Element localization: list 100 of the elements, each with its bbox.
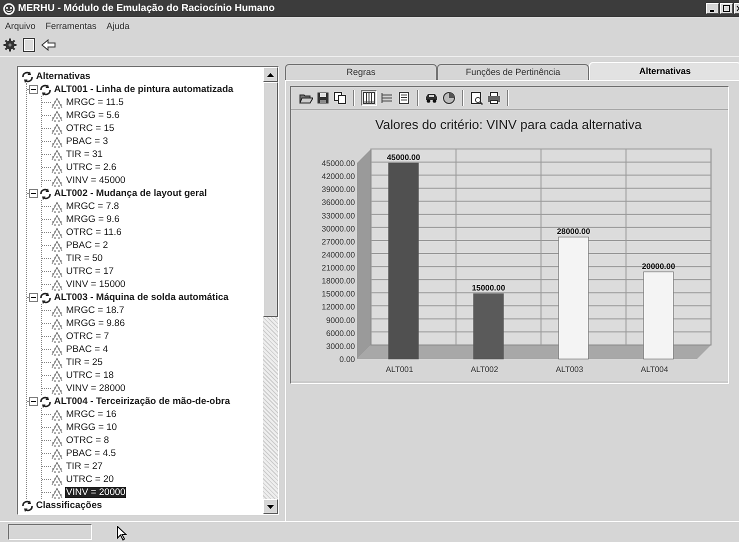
cycle-arrows-icon	[39, 292, 51, 304]
value-label: 45000.00	[386, 153, 420, 162]
maximize-button[interactable]	[720, 3, 733, 14]
y-axis-label: 36000.00	[322, 198, 355, 208]
value-label: 20000.00	[642, 262, 676, 271]
tree-leaf[interactable]: VINV = 28000	[65, 383, 126, 394]
cycle-arrows-icon	[21, 70, 33, 82]
cycle-arrows-icon	[39, 84, 51, 96]
y-axis-label: 45000.00	[322, 159, 355, 168]
print-preview-icon[interactable]	[470, 91, 484, 105]
tree-leaf[interactable]: MRGG = 9.86	[65, 318, 126, 329]
bar	[473, 293, 504, 360]
table-icon[interactable]	[397, 91, 411, 105]
tree-leaf[interactable]: PBAC = 3	[65, 136, 109, 147]
menu-item[interactable]: Arquivo	[5, 20, 36, 30]
collapse-toggle[interactable]	[29, 85, 38, 94]
tree-leaf[interactable]: MRGG = 9.6	[65, 214, 121, 225]
dots-icon	[51, 408, 63, 420]
printer-icon[interactable]	[487, 91, 501, 105]
tree-leaf[interactable]: MRGC = 16	[65, 409, 118, 420]
x-axis-label: ALT001	[386, 365, 414, 374]
down-arrow-icon[interactable]	[267, 504, 274, 508]
collapse-toggle[interactable]	[29, 397, 38, 406]
x-axis-label: ALT004	[640, 365, 668, 374]
window-title: MERHU - Módulo de Emulação do Raciocínio Humano	[18, 3, 276, 14]
dots-icon	[51, 460, 63, 472]
tree-leaf[interactable]: PBAC = 4	[65, 344, 109, 355]
dots-icon	[51, 214, 63, 226]
y-axis-label: 24000.00	[322, 250, 355, 260]
tree-leaf[interactable]: UTRC = 20	[65, 474, 115, 485]
columns-icon[interactable]	[361, 90, 377, 106]
tree-leaf[interactable]: MRGG = 5.6	[65, 110, 121, 121]
dots-icon	[51, 356, 63, 368]
tree-leaf[interactable]: TIR = 50	[65, 253, 104, 264]
copy-icon[interactable]	[333, 91, 347, 105]
dots-icon	[51, 122, 63, 134]
tree-leaf[interactable]: OTRC = 15	[65, 123, 116, 134]
tree-leaf[interactable]: TIR = 31	[65, 149, 104, 160]
up-arrow-icon[interactable]	[267, 72, 274, 76]
tree-leaf[interactable]: UTRC = 2.6	[65, 162, 118, 173]
dots-icon	[51, 252, 63, 264]
tree-leaf[interactable]: MRGC = 18.7	[65, 305, 126, 316]
list-icon[interactable]	[380, 91, 394, 105]
dots-icon	[51, 226, 63, 238]
document-icon[interactable]	[23, 38, 35, 52]
tree-leaf[interactable]: MRGC = 11.5	[65, 97, 125, 108]
tree-node[interactable]: ALT001 - Linha de pintura automatizada	[53, 84, 234, 95]
chart-title: Valores do critério: VINV para cada alternativa	[375, 117, 642, 132]
scrollbar[interactable]	[263, 67, 278, 514]
minimize-button[interactable]	[706, 3, 719, 14]
tree-leaf[interactable]: UTRC = 18	[65, 370, 115, 381]
tree-leaf[interactable]: OTRC = 11.6	[65, 227, 123, 238]
tree-leaf[interactable]: PBAC = 4.5	[65, 448, 117, 459]
save-icon[interactable]	[316, 91, 330, 105]
tab[interactable]: Funções de Pertinência	[437, 64, 589, 80]
gear-icon[interactable]	[3, 38, 17, 52]
y-axis-label: 0.00	[339, 355, 355, 364]
y-axis-label: 21000.00	[322, 264, 355, 273]
tab[interactable]: Alternativas	[589, 62, 739, 80]
car-icon[interactable]	[425, 91, 439, 105]
tree-leaf[interactable]: VINV = 20000	[65, 487, 126, 498]
y-axis-label: 42000.00	[322, 172, 355, 182]
dots-icon	[51, 162, 63, 174]
collapse-toggle[interactable]	[29, 293, 38, 302]
y-axis-label: 27000.00	[322, 237, 355, 246]
dots-icon	[51, 474, 63, 486]
y-axis-label: 15000.00	[322, 290, 355, 299]
dots-icon	[51, 200, 63, 212]
y-axis-label: 39000.00	[322, 185, 355, 194]
tree-node[interactable]: ALT004 - Terceirização de mão-de-obra	[53, 396, 231, 407]
tree-leaf[interactable]: MRGC = 7.8	[65, 201, 120, 212]
back-arrow-icon[interactable]	[41, 39, 56, 51]
y-axis-label: 9000.00	[326, 316, 355, 325]
collapse-toggle[interactable]	[29, 189, 38, 198]
dots-icon	[51, 174, 63, 186]
dots-icon	[51, 318, 63, 330]
tab[interactable]: Regras	[285, 64, 437, 80]
menu-item[interactable]: Ajuda	[106, 20, 130, 30]
tree-node[interactable]: ALT003 - Máquina de solda automática	[53, 292, 230, 303]
y-axis-label: 12000.00	[322, 302, 355, 312]
pie-icon[interactable]	[442, 91, 456, 105]
x-axis-label: ALT002	[470, 365, 498, 374]
tree-node[interactable]: Alternativas	[35, 71, 92, 82]
tree-node[interactable]: Classificações	[35, 500, 104, 511]
menu-item[interactable]: Ferramentas	[46, 20, 97, 30]
tree-leaf[interactable]: TIR = 27	[65, 461, 104, 472]
tree-leaf[interactable]: OTRC = 8	[65, 435, 110, 446]
tree-leaf[interactable]: MRGG = 10	[65, 422, 118, 433]
tree-leaf[interactable]: UTRC = 17	[65, 266, 115, 277]
tree-leaf[interactable]: TIR = 25	[65, 357, 104, 368]
tree-node[interactable]: ALT002 - Mudança de layout geral	[53, 188, 208, 199]
dots-icon	[51, 330, 63, 342]
tree-leaf[interactable]: OTRC = 7	[65, 331, 110, 342]
tree-leaf[interactable]: VINV = 45000	[65, 175, 126, 186]
y-axis-label: 18000.00	[322, 276, 355, 286]
tree-leaf[interactable]: VINV = 15000	[65, 279, 126, 290]
y-axis-label: 6000.00	[326, 328, 355, 338]
cycle-arrows-icon	[21, 500, 33, 512]
tree-leaf[interactable]: PBAC = 2	[65, 240, 109, 251]
dots-icon	[51, 240, 63, 252]
